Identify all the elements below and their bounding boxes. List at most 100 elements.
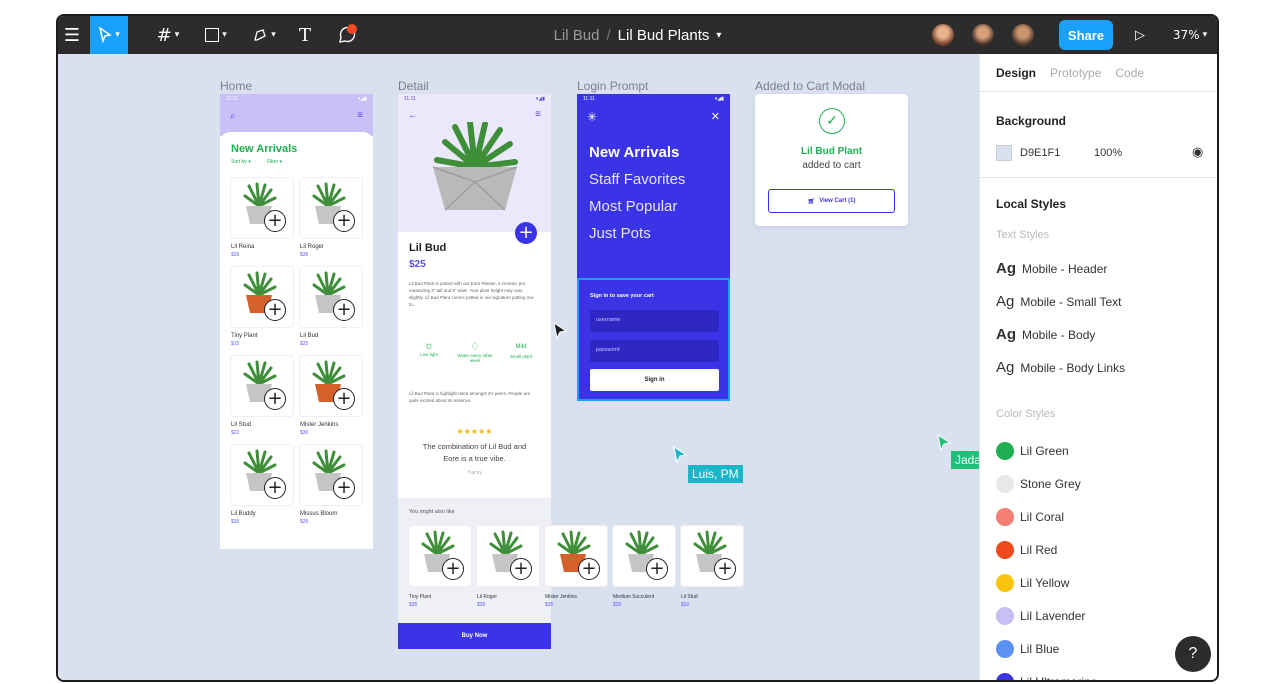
menu-item-new-arrivals[interactable]: New Arrivals — [589, 144, 679, 161]
panel-tabs: Design Prototype Code — [980, 54, 1217, 92]
add-icon[interactable]: + — [264, 388, 286, 410]
text-style-item[interactable]: Ag Mobile - Small Text — [996, 293, 1122, 310]
color-style-item[interactable]: Lil Ultramarine — [996, 673, 1097, 680]
password-input[interactable]: password — [590, 340, 719, 362]
frame-home[interactable]: 11:11 ▾◢▮ ⌕ ≡ New Arrivals Sort by ▾ Filt… — [220, 94, 373, 549]
color-swatch — [996, 607, 1014, 625]
sign-in-button[interactable]: Sign in — [590, 369, 719, 391]
help-button[interactable]: ? — [1175, 636, 1211, 672]
product-card[interactable]: + — [231, 445, 293, 505]
avatar[interactable] — [1010, 22, 1036, 48]
tab-code[interactable]: Code — [1115, 66, 1144, 80]
menu-icon[interactable]: ≡ — [357, 110, 363, 121]
play-icon[interactable]: ▷ — [1128, 16, 1152, 54]
frame-cart-modal[interactable]: ✓ Lil Bud Plant added to cart 🛒︎ View Car… — [755, 94, 908, 226]
product-card[interactable]: + — [231, 178, 293, 238]
product-card[interactable]: + — [300, 178, 362, 238]
password-placeholder: password — [596, 347, 620, 353]
cart-message: added to cart — [802, 160, 861, 171]
filter-dropdown[interactable]: Filter ▾ — [267, 159, 282, 165]
cart-product-name: Lil Bud Plant — [800, 146, 863, 157]
add-icon[interactable]: + — [264, 299, 286, 321]
zoom-control[interactable]: 37% ▾ — [1166, 16, 1214, 54]
add-icon[interactable]: + — [333, 388, 355, 410]
back-arrow-icon[interactable]: ← — [408, 110, 418, 121]
menu-item-just-pots[interactable]: Just Pots — [589, 225, 651, 242]
project-name[interactable]: Lil Bud — [554, 27, 600, 44]
cart-icon: 🛒︎ — [807, 198, 816, 205]
search-icon[interactable]: ⌕ — [230, 111, 236, 122]
text-style-item[interactable]: Ag Mobile - Body Links — [996, 359, 1125, 376]
add-icon[interactable]: + — [264, 210, 286, 232]
avatar[interactable] — [970, 22, 996, 48]
avatar[interactable] — [930, 22, 956, 48]
frame-label-home[interactable]: Home — [220, 79, 252, 93]
tab-prototype[interactable]: Prototype — [1050, 66, 1101, 80]
color-style-item[interactable]: Stone Grey — [996, 475, 1081, 493]
color-style-item[interactable]: Lil Red — [996, 541, 1057, 559]
background-opacity[interactable]: 100% — [1094, 147, 1122, 159]
home-body: New Arrivals Sort by ▾ Filter ▾ + Lil Rei… — [220, 132, 373, 549]
color-style-item[interactable]: Lil Coral — [996, 508, 1064, 526]
add-to-cart-button[interactable]: + — [515, 222, 537, 244]
add-icon[interactable]: + — [578, 558, 600, 580]
file-name[interactable]: Lil Bud Plants — [618, 27, 710, 44]
color-styles-title: Color Styles — [996, 408, 1056, 420]
text-style-item[interactable]: Ag Mobile - Body — [996, 326, 1095, 343]
product-card[interactable]: + — [300, 445, 362, 505]
page-title: New Arrivals — [231, 143, 298, 155]
frame-label-detail[interactable]: Detail — [398, 79, 429, 93]
chevron-down-icon[interactable]: ▾ — [716, 30, 721, 41]
sort-dropdown[interactable]: Sort by ▾ — [231, 159, 251, 165]
product-price: $32 — [681, 602, 690, 608]
background-hex[interactable]: D9E1F1 — [1020, 147, 1060, 159]
color-style-item[interactable]: Lil Green — [996, 442, 1069, 460]
product-card[interactable]: + — [300, 356, 362, 416]
care-label: Water every other week — [457, 353, 493, 363]
menu-icon[interactable]: ≡ — [535, 109, 541, 120]
view-cart-button[interactable]: 🛒︎ View Cart (1) — [768, 189, 895, 213]
text-style-item[interactable]: Ag Mobile - Header — [996, 260, 1107, 277]
add-icon[interactable]: + — [333, 299, 355, 321]
color-swatch — [996, 541, 1014, 559]
canvas[interactable]: Home 11:11 ▾◢▮ ⌕ ≡ New Arrivals Sort by ▾… — [58, 54, 979, 680]
file-title[interactable]: Lil Bud / Lil Bud Plants ▾ — [58, 16, 1217, 54]
text-style-name: Mobile - Header — [1022, 261, 1108, 276]
menu-item-staff-favorites[interactable]: Staff Favorites — [589, 171, 685, 188]
eye-icon[interactable]: ◉ — [1192, 144, 1203, 160]
menu-item-most-popular[interactable]: Most Popular — [589, 198, 677, 215]
product-card[interactable]: + — [300, 267, 362, 327]
share-button[interactable]: Share — [1059, 20, 1113, 50]
close-icon[interactable]: ✕ — [711, 110, 720, 123]
related-product-card[interactable]: + — [613, 526, 675, 586]
size-badge: Mild — [515, 344, 527, 350]
username-input[interactable]: username — [590, 310, 719, 332]
related-product-card[interactable]: + — [409, 526, 471, 586]
frame-label-login[interactable]: Login Prompt — [577, 79, 648, 93]
related-product-card[interactable]: + — [681, 526, 743, 586]
color-style-item[interactable]: Lil Yellow — [996, 574, 1069, 592]
add-icon[interactable]: + — [264, 477, 286, 499]
product-name: Medium Succulent — [613, 594, 655, 600]
related-product-card[interactable]: + — [477, 526, 539, 586]
tab-design[interactable]: Design — [996, 66, 1036, 80]
rating-stars: ★★★★★ — [456, 427, 493, 436]
color-style-item[interactable]: Lil Lavender — [996, 607, 1085, 625]
care-item: ♢ Water every other week — [455, 340, 495, 363]
frame-label-cart[interactable]: Added to Cart Modal — [755, 79, 865, 93]
product-card[interactable]: + — [231, 356, 293, 416]
background-swatch[interactable] — [996, 145, 1012, 161]
view-cart-label: View Cart (1) — [819, 198, 856, 204]
related-product-card[interactable]: + — [545, 526, 607, 586]
buy-now-button[interactable]: Buy Now — [398, 623, 551, 649]
color-style-item[interactable]: Lil Blue — [996, 640, 1059, 658]
color-style-name: Lil Lavender — [1020, 609, 1086, 623]
add-icon[interactable]: + — [646, 558, 668, 580]
frame-login[interactable]: 11:11 ▾◢▮ ✳ ✕ New Arrivals Staff Favorite… — [577, 94, 730, 401]
add-icon[interactable]: + — [333, 210, 355, 232]
add-icon[interactable]: + — [714, 558, 736, 580]
add-icon[interactable]: + — [442, 558, 464, 580]
add-icon[interactable]: + — [333, 477, 355, 499]
add-icon[interactable]: + — [510, 558, 532, 580]
product-card[interactable]: + — [231, 267, 293, 327]
